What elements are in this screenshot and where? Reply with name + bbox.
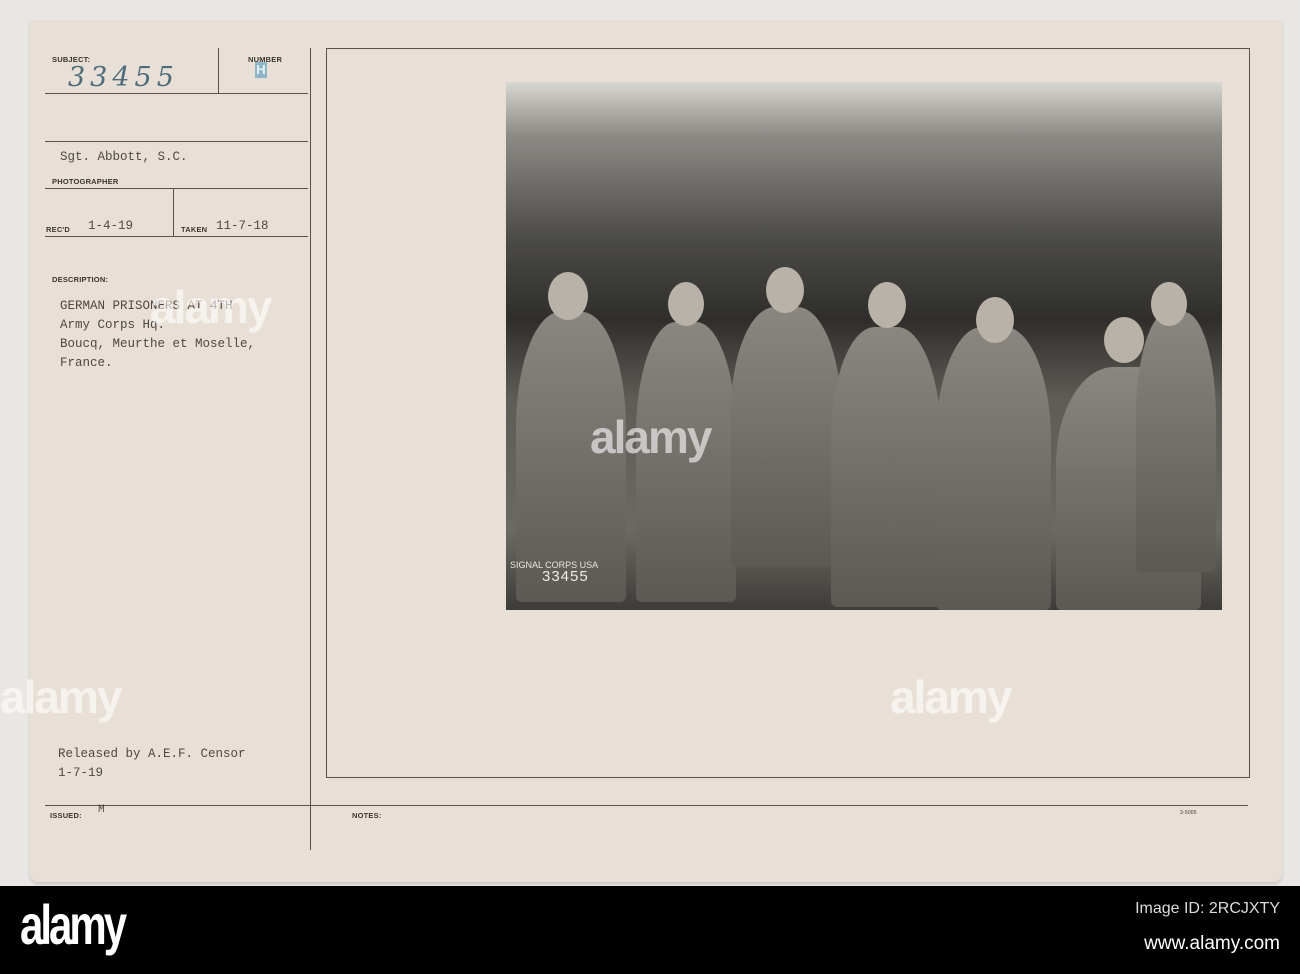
taken-label: TAKEN bbox=[181, 225, 208, 234]
number-value: H bbox=[255, 62, 267, 78]
recd-label: REC'D bbox=[46, 225, 71, 234]
alamy-logo: alamy bbox=[20, 893, 127, 956]
watermark: alamy bbox=[0, 671, 122, 723]
photograph bbox=[506, 82, 1222, 610]
photo-number: 33455 bbox=[542, 568, 589, 585]
divider bbox=[45, 236, 308, 237]
photographer-label: PHOTOGRAPHER bbox=[52, 177, 119, 186]
divider bbox=[45, 188, 308, 189]
taken-date: 11-7-18 bbox=[216, 219, 269, 233]
site-url[interactable]: www.alamy.com bbox=[1144, 933, 1280, 955]
watermark: alamy bbox=[890, 671, 1012, 723]
notes-label: NOTES: bbox=[352, 811, 382, 820]
description-line: Boucq, Meurthe et Moselle, bbox=[60, 337, 256, 351]
divider bbox=[45, 141, 308, 142]
watermark: alamy bbox=[150, 281, 272, 333]
description-line: France. bbox=[60, 356, 113, 370]
divider bbox=[45, 93, 308, 94]
stock-footer: alamy Image ID: 2RCJXTY www.alamy.com bbox=[0, 886, 1300, 974]
description-label: DESCRIPTION: bbox=[52, 275, 109, 284]
released-line: 1-7-19 bbox=[58, 766, 104, 780]
divider bbox=[173, 188, 174, 236]
photographer-name: Sgt. Abbott, S.C. bbox=[60, 150, 188, 164]
form-number: 3-5005 bbox=[1180, 810, 1197, 816]
divider bbox=[218, 48, 219, 93]
issued-label: ISSUED: bbox=[50, 811, 82, 820]
released-line: Released by A.E.F. Censor bbox=[58, 747, 246, 761]
recd-date: 1-4-19 bbox=[88, 219, 134, 233]
issued-value: M bbox=[98, 804, 105, 816]
image-id: Image ID: 2RCJXTY bbox=[1135, 900, 1280, 917]
subject-number: 33455 bbox=[68, 62, 179, 93]
watermark: alamy bbox=[590, 411, 712, 463]
column-divider bbox=[310, 48, 311, 850]
divider bbox=[45, 805, 1248, 806]
